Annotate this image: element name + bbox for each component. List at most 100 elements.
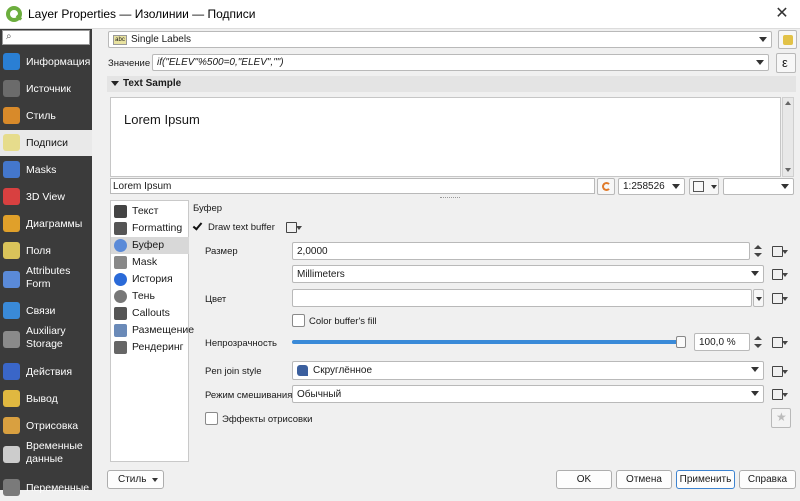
tab-2[interactable]: Formatting xyxy=(111,220,189,237)
sidebar-item-1[interactable]: Информация xyxy=(0,49,92,75)
sidebar-item-3[interactable]: Стиль xyxy=(0,103,92,129)
check-icon xyxy=(192,220,203,231)
tab-7[interactable]: Callouts xyxy=(111,305,189,322)
tab-label: Буфер xyxy=(132,239,165,251)
sidebar-item-5[interactable]: Masks xyxy=(0,157,92,183)
tab-3[interactable]: Буфер xyxy=(111,237,189,254)
sidebar-item-4[interactable]: Подписи xyxy=(0,130,92,156)
tab-label: Formatting xyxy=(132,222,183,234)
sidebar-item-label: 3D View xyxy=(26,191,65,203)
sidebar-item-15[interactable]: Временные данные xyxy=(0,440,92,470)
splitter-handle[interactable] xyxy=(440,197,460,200)
effects-settings-button[interactable]: ★ xyxy=(771,408,791,428)
tab-label: Mask xyxy=(132,256,158,268)
text-sample-header[interactable]: Text Sample xyxy=(107,76,796,92)
preview-text: Lorem Ipsum xyxy=(124,112,200,127)
sidebar-item-7[interactable]: Диаграммы xyxy=(0,211,92,237)
sample-text-input[interactable]: Lorem Ipsum xyxy=(110,178,595,194)
sidebar-item-16[interactable]: Переменные xyxy=(0,475,92,501)
background-color-button[interactable] xyxy=(723,178,794,195)
sidebar-search-input[interactable]: ⌕ xyxy=(2,30,90,45)
qgis-logo-icon xyxy=(6,6,22,22)
buffer-color-button[interactable] xyxy=(292,289,752,307)
sidebar-item-12[interactable]: Действия xyxy=(0,359,92,385)
buffer-size-input[interactable]: 2,0000 xyxy=(292,242,750,260)
chevron-down-icon xyxy=(711,185,717,189)
sidebar-item-10[interactable]: Связи xyxy=(0,298,92,324)
size-spinner-icon[interactable] xyxy=(753,242,763,260)
sidebar-item-label: Поля xyxy=(26,245,51,257)
color-buffer-fill-checkbox[interactable] xyxy=(292,314,305,327)
sidebar-item-label: Диаграммы xyxy=(26,218,83,230)
collapse-arrow-icon xyxy=(111,81,119,86)
pen-join-select[interactable]: Скруглённое xyxy=(292,361,764,380)
style-menu-button[interactable]: Стиль xyxy=(107,470,164,489)
sidebar-item-9[interactable]: Attributes Form xyxy=(0,265,92,295)
data-defined-override-icon[interactable] xyxy=(771,292,788,304)
size-unit-select[interactable]: Millimeters xyxy=(292,265,764,283)
sidebar-item-label: Подписи xyxy=(26,137,68,149)
sidebar-item-label: Отрисовка xyxy=(26,420,79,432)
sidebar-item-13[interactable]: Вывод xyxy=(0,386,92,412)
opacity-value-input[interactable]: 100,0 % xyxy=(694,333,750,351)
size-unit-value: Millimeters xyxy=(297,269,345,280)
buffer-section-title: Буфер xyxy=(193,203,223,214)
fields-icon xyxy=(3,242,20,259)
expression-button[interactable]: ε xyxy=(776,53,796,73)
data-defined-override-icon[interactable] xyxy=(771,336,788,348)
tab-label: Callouts xyxy=(132,307,170,319)
sidebar-item-6[interactable]: 3D View xyxy=(0,184,92,210)
sidebar-item-14[interactable]: Отрисовка xyxy=(0,413,92,439)
scroll-down-icon xyxy=(785,168,791,172)
close-button[interactable]: ✕ xyxy=(770,3,794,25)
reset-sample-button[interactable] xyxy=(597,178,615,195)
data-defined-override-icon[interactable] xyxy=(771,388,788,400)
sidebar-item-label: Связи xyxy=(26,305,56,317)
tab-4[interactable]: Mask xyxy=(111,254,189,271)
blend-mode-select[interactable]: Обычный xyxy=(292,385,764,403)
data-defined-override-icon[interactable] xyxy=(285,221,302,233)
size-label: Размер xyxy=(205,246,238,257)
joins-icon xyxy=(3,302,20,319)
labeling-mode-select[interactable]: abc Single Labels xyxy=(108,31,772,48)
cancel-button[interactable]: Отмена xyxy=(616,470,672,489)
sidebar-item-8[interactable]: Поля xyxy=(0,238,92,264)
preview-scrollbar[interactable] xyxy=(782,97,794,177)
tab-8[interactable]: Размещение xyxy=(111,322,194,339)
map-canvas-scale-button[interactable] xyxy=(689,178,719,195)
scale-select[interactable]: 1:258526 xyxy=(618,178,685,195)
placement-icon xyxy=(114,324,127,337)
draw-effects-checkbox[interactable] xyxy=(205,412,218,425)
data-defined-override-icon[interactable] xyxy=(771,245,788,257)
single-labels-icon: abc xyxy=(113,35,127,45)
label-tool-button[interactable] xyxy=(778,30,797,49)
tab-9[interactable]: Рендеринг xyxy=(111,339,189,356)
sidebar-item-2[interactable]: Источник xyxy=(0,76,92,102)
data-defined-override-icon[interactable] xyxy=(771,268,788,280)
search-icon: ⌕ xyxy=(6,31,12,42)
actions-icon xyxy=(3,363,20,380)
color-menu-button[interactable] xyxy=(753,289,764,307)
opacity-spinner-icon[interactable] xyxy=(753,333,763,351)
tab-5[interactable]: История xyxy=(111,271,189,288)
opacity-slider[interactable] xyxy=(292,335,689,349)
cube-icon xyxy=(3,188,20,205)
rendering-icon xyxy=(3,417,20,434)
sidebar-item-11[interactable]: Auxiliary Storage xyxy=(0,325,92,355)
scale-value: 1:258526 xyxy=(623,181,665,192)
tab-1[interactable]: Текст xyxy=(111,203,189,220)
tab-6[interactable]: Тень xyxy=(111,288,189,305)
background-icon xyxy=(114,273,127,286)
help-button[interactable]: Справка xyxy=(739,470,796,489)
ok-button[interactable]: OK xyxy=(556,470,612,489)
draw-buffer-checkbox[interactable] xyxy=(192,220,205,234)
opacity-slider-handle[interactable] xyxy=(676,336,686,348)
label-expression-input[interactable]: if("ELEV"%500=0,"ELEV","") xyxy=(152,54,769,71)
sidebar-item-label: Attributes Form xyxy=(26,265,71,290)
label-expression-value: if("ELEV"%500=0,"ELEV","") xyxy=(157,57,284,68)
apply-button[interactable]: Применить xyxy=(676,470,735,489)
display-icon xyxy=(3,390,20,407)
tab-label: Тень xyxy=(132,290,155,302)
callouts-icon xyxy=(114,307,127,320)
data-defined-override-icon[interactable] xyxy=(771,365,788,377)
